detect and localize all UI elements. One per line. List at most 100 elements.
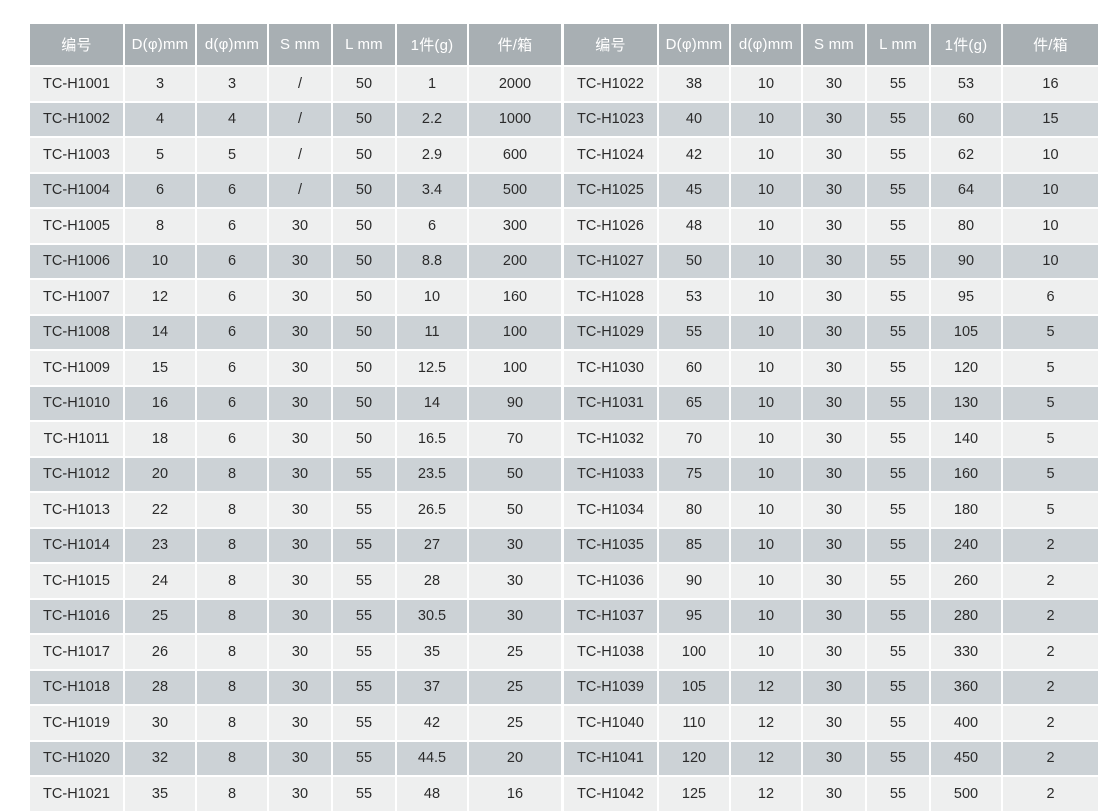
table-row: TC-H101016630501490TC-H1031651030551305 bbox=[30, 387, 1098, 423]
cell-inner-diameter-right: 10 bbox=[731, 600, 803, 636]
cell-s-dimension-left: 30 bbox=[269, 387, 333, 423]
cell-l-dimension-left: 50 bbox=[333, 387, 397, 423]
cell-unit-weight-right: 180 bbox=[931, 493, 1003, 529]
table-row: TC-H100610630508.8200TC-H102750103055901… bbox=[30, 245, 1098, 281]
table-row: TC-H101423830552730TC-H1035851030552402 bbox=[30, 529, 1098, 565]
cell-inner-diameter-right: 10 bbox=[731, 458, 803, 494]
cell-outer-diameter-right: 120 bbox=[659, 742, 731, 778]
cell-s-dimension-left: 30 bbox=[269, 351, 333, 387]
cell-l-dimension-right: 55 bbox=[867, 742, 931, 778]
table-row: TC-H100355/502.9600TC-H1024421030556210 bbox=[30, 138, 1098, 174]
cell-code-left: TC-H1016 bbox=[30, 600, 125, 636]
cell-unit-weight-left: 27 bbox=[397, 529, 469, 565]
table-row: TC-H101726830553525TC-H10381001030553302 bbox=[30, 635, 1098, 671]
cell-outer-diameter-left: 8 bbox=[125, 209, 197, 245]
cell-unit-weight-right: 53 bbox=[931, 67, 1003, 103]
cell-l-dimension-left: 55 bbox=[333, 635, 397, 671]
cell-per-box-right: 10 bbox=[1003, 209, 1098, 245]
cell-unit-weight-left: 37 bbox=[397, 671, 469, 707]
cell-l-dimension-left: 55 bbox=[333, 493, 397, 529]
cell-outer-diameter-left: 20 bbox=[125, 458, 197, 494]
cell-inner-diameter-left: 6 bbox=[197, 245, 269, 281]
cell-l-dimension-right: 55 bbox=[867, 280, 931, 316]
cell-code-right: TC-H1040 bbox=[564, 706, 659, 742]
cell-inner-diameter-left: 6 bbox=[197, 209, 269, 245]
cell-per-box-right: 10 bbox=[1003, 245, 1098, 281]
cell-unit-weight-left: 12.5 bbox=[397, 351, 469, 387]
column-header-inner-diameter-right: d(φ)mm bbox=[731, 24, 803, 67]
cell-code-left: TC-H1015 bbox=[30, 564, 125, 600]
cell-l-dimension-left: 50 bbox=[333, 351, 397, 387]
cell-per-box-left: 90 bbox=[469, 387, 564, 423]
cell-s-dimension-left: 30 bbox=[269, 600, 333, 636]
cell-code-left: TC-H1012 bbox=[30, 458, 125, 494]
cell-l-dimension-right: 55 bbox=[867, 209, 931, 245]
cell-inner-diameter-left: 8 bbox=[197, 777, 269, 811]
cell-inner-diameter-right: 10 bbox=[731, 529, 803, 565]
cell-code-right: TC-H1032 bbox=[564, 422, 659, 458]
cell-unit-weight-left: 44.5 bbox=[397, 742, 469, 778]
column-header-outer-diameter-left: D(φ)mm bbox=[125, 24, 197, 67]
cell-code-left: TC-H1002 bbox=[30, 103, 125, 139]
cell-inner-diameter-right: 10 bbox=[731, 564, 803, 600]
cell-per-box-left: 300 bbox=[469, 209, 564, 245]
cell-s-dimension-right: 30 bbox=[803, 529, 867, 565]
cell-s-dimension-left: 30 bbox=[269, 777, 333, 811]
cell-s-dimension-left: 30 bbox=[269, 635, 333, 671]
cell-code-right: TC-H1041 bbox=[564, 742, 659, 778]
table-row: TC-H1009156305012.5100TC-H10306010305512… bbox=[30, 351, 1098, 387]
table-row: TC-H100133/5012000TC-H1022381030555316 bbox=[30, 67, 1098, 103]
cell-unit-weight-left: 3.4 bbox=[397, 174, 469, 210]
cell-inner-diameter-right: 10 bbox=[731, 280, 803, 316]
cell-per-box-right: 5 bbox=[1003, 493, 1098, 529]
cell-per-box-right: 2 bbox=[1003, 600, 1098, 636]
cell-outer-diameter-left: 16 bbox=[125, 387, 197, 423]
cell-s-dimension-left: 30 bbox=[269, 493, 333, 529]
cell-outer-diameter-left: 12 bbox=[125, 280, 197, 316]
cell-inner-diameter-left: 4 bbox=[197, 103, 269, 139]
cell-unit-weight-right: 62 bbox=[931, 138, 1003, 174]
cell-l-dimension-left: 50 bbox=[333, 316, 397, 352]
cell-code-left: TC-H1017 bbox=[30, 635, 125, 671]
cell-code-left: TC-H1011 bbox=[30, 422, 125, 458]
cell-l-dimension-left: 55 bbox=[333, 706, 397, 742]
cell-s-dimension-right: 30 bbox=[803, 209, 867, 245]
cell-code-right: TC-H1026 bbox=[564, 209, 659, 245]
cell-per-box-left: 25 bbox=[469, 671, 564, 707]
cell-l-dimension-right: 55 bbox=[867, 493, 931, 529]
cell-inner-diameter-right: 10 bbox=[731, 351, 803, 387]
cell-l-dimension-left: 50 bbox=[333, 422, 397, 458]
table-row: TC-H100244/502.21000TC-H1023401030556015 bbox=[30, 103, 1098, 139]
cell-l-dimension-left: 55 bbox=[333, 671, 397, 707]
cell-inner-diameter-left: 6 bbox=[197, 422, 269, 458]
cell-outer-diameter-left: 30 bbox=[125, 706, 197, 742]
cell-outer-diameter-left: 6 bbox=[125, 174, 197, 210]
cell-per-box-right: 10 bbox=[1003, 174, 1098, 210]
cell-unit-weight-right: 330 bbox=[931, 635, 1003, 671]
cell-outer-diameter-right: 45 bbox=[659, 174, 731, 210]
cell-inner-diameter-right: 12 bbox=[731, 742, 803, 778]
cell-s-dimension-right: 30 bbox=[803, 245, 867, 281]
column-header-per-box-right: 件/箱 bbox=[1003, 24, 1098, 67]
cell-inner-diameter-left: 6 bbox=[197, 174, 269, 210]
cell-l-dimension-left: 55 bbox=[333, 458, 397, 494]
cell-l-dimension-right: 55 bbox=[867, 316, 931, 352]
cell-l-dimension-right: 55 bbox=[867, 529, 931, 565]
cell-s-dimension-left: / bbox=[269, 138, 333, 174]
cell-l-dimension-right: 55 bbox=[867, 706, 931, 742]
table-body: TC-H100133/5012000TC-H1022381030555316TC… bbox=[30, 67, 1098, 811]
cell-unit-weight-right: 360 bbox=[931, 671, 1003, 707]
table-row: TC-H1011186305016.570TC-H103270103055140… bbox=[30, 422, 1098, 458]
cell-unit-weight-left: 42 bbox=[397, 706, 469, 742]
table-row: TC-H1020328305544.520TC-H104112012305545… bbox=[30, 742, 1098, 778]
cell-outer-diameter-right: 40 bbox=[659, 103, 731, 139]
cell-code-left: TC-H1009 bbox=[30, 351, 125, 387]
column-header-weight-right: 1件(g) bbox=[931, 24, 1003, 67]
cell-unit-weight-right: 160 bbox=[931, 458, 1003, 494]
cell-per-box-left: 25 bbox=[469, 706, 564, 742]
cell-outer-diameter-right: 53 bbox=[659, 280, 731, 316]
cell-inner-diameter-left: 8 bbox=[197, 742, 269, 778]
cell-code-right: TC-H1033 bbox=[564, 458, 659, 494]
cell-l-dimension-right: 55 bbox=[867, 351, 931, 387]
cell-s-dimension-left: 30 bbox=[269, 422, 333, 458]
